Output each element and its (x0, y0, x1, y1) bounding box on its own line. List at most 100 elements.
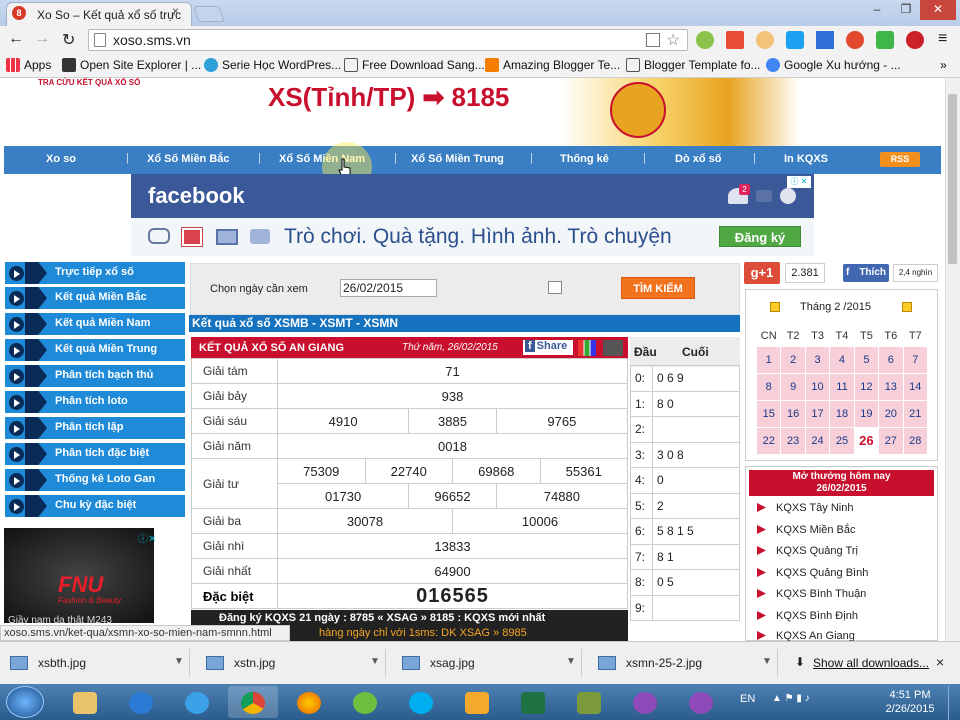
chrome-icon[interactable] (228, 686, 278, 718)
calendar-day[interactable]: 8 (755, 372, 782, 401)
extension-plus-icon[interactable] (726, 31, 744, 49)
sidebar-item-mien-bac[interactable]: Kết quả Miền Bắc (5, 287, 185, 309)
explorer-icon[interactable] (60, 686, 110, 718)
show-all-downloads-link[interactable]: Show all downloads... (813, 656, 929, 670)
sidebar-item-truc-tiep[interactable]: Trực tiếp xổ số (5, 262, 185, 284)
clock[interactable]: 4:51 PM 2/26/2015 (880, 688, 940, 716)
bookmark-star-icon[interactable]: ☆ (666, 30, 680, 50)
calendar-day[interactable]: 24 (804, 426, 831, 455)
downloads-close-icon[interactable]: × (936, 654, 944, 670)
download-item[interactable]: xstn.jpg ▼ (196, 649, 386, 677)
sidebar-item-mien-trung[interactable]: Kết quả Miền Trung (5, 339, 185, 361)
media-player-icon[interactable] (116, 686, 166, 718)
nav-thong-ke[interactable]: Thống kê (560, 153, 609, 165)
chevron-down-icon[interactable]: ▼ (174, 656, 184, 667)
draw-link[interactable]: KQXS Quảng Bình (757, 567, 868, 579)
sidebar-item-mien-nam[interactable]: Kết quả Miền Nam (5, 313, 185, 335)
calendar-day[interactable]: 12 (853, 372, 880, 401)
sidebar-item-loto[interactable]: Phân tích loto (5, 391, 185, 413)
coccoc-icon[interactable] (340, 686, 390, 718)
calendar-day[interactable]: 9 (780, 372, 806, 401)
chevron-down-icon[interactable]: ▼ (370, 656, 380, 667)
tab-close-icon[interactable]: × (172, 4, 179, 18)
show-desktop-button[interactable] (948, 686, 960, 720)
print-icon[interactable] (603, 340, 623, 356)
bookmark-item[interactable]: Blogger Template fo... (626, 58, 761, 72)
internet-explorer-icon[interactable] (172, 686, 222, 718)
forward-icon[interactable]: → (34, 30, 50, 48)
extension-d-icon[interactable] (786, 31, 804, 49)
sidebar-item-chu-ky[interactable]: Chu kỳ đặc biệt (5, 495, 185, 517)
adchoices-icon[interactable]: ⓘ✕ (138, 530, 156, 545)
chevron-down-icon[interactable]: ▼ (762, 656, 772, 667)
nav-mien-bac[interactable]: Xổ Số Miền Bắc (147, 153, 230, 165)
bookmark-item[interactable]: Amazing Blogger Te... (485, 58, 620, 72)
chart-icon[interactable] (578, 340, 596, 356)
calendar-day[interactable]: 14 (902, 372, 929, 401)
calendar-day[interactable]: 5 (853, 345, 880, 374)
back-icon[interactable]: ← (8, 30, 24, 48)
bookmark-apps[interactable]: Apps (6, 58, 51, 72)
calendar-day[interactable]: 20 (878, 399, 904, 428)
calendar-day[interactable]: 7 (902, 345, 929, 374)
skype-icon[interactable] (396, 686, 446, 718)
window-close-button[interactable]: ✕ (920, 0, 956, 20)
extension-stumble-icon[interactable] (846, 31, 864, 49)
calendar-day[interactable]: 11 (829, 372, 855, 401)
firefox-icon[interactable] (284, 686, 334, 718)
calendar-day[interactable]: 3 (804, 345, 831, 374)
calendar-day[interactable]: 13 (878, 372, 904, 401)
calendar-day[interactable]: 15 (755, 399, 782, 428)
recorder-icon[interactable] (620, 686, 670, 718)
calendar-day[interactable]: 22 (755, 426, 782, 455)
draw-link[interactable]: KQXS Miền Bắc (757, 524, 855, 536)
register-button[interactable]: Đăng ký (719, 226, 801, 247)
draw-link[interactable]: KQXS Bình Định (757, 610, 858, 622)
calendar-day[interactable]: 4 (829, 345, 855, 374)
calendar-day[interactable]: 21 (902, 399, 929, 428)
nav-in-kqxs[interactable]: In KQXS (784, 153, 828, 165)
browser-tab[interactable]: Xo So – Kết quả xổ số trực (6, 2, 192, 26)
bookmark-item[interactable]: Free Download Sang... (344, 58, 485, 72)
reload-icon[interactable]: ↻ (62, 30, 75, 50)
calendar-day[interactable]: 27 (878, 426, 904, 455)
calendar-day[interactable]: 17 (804, 399, 831, 428)
chevron-down-icon[interactable]: ▼ (566, 656, 576, 667)
new-tab-button[interactable] (193, 6, 225, 22)
extension-face-icon[interactable] (756, 31, 774, 49)
menu-icon[interactable]: ≡ (938, 30, 947, 48)
sidebar-item-bach-thu[interactable]: Phân tích bạch thủ (5, 365, 185, 387)
calendar-day[interactable]: 16 (780, 399, 806, 428)
bookmark-item[interactable]: Serie Học WordPres... (204, 58, 341, 72)
address-bar[interactable]: xoso.sms.vn (88, 29, 688, 51)
editor-icon[interactable] (564, 686, 614, 718)
sidebar-item-lap[interactable]: Phân tích lặp (5, 417, 185, 439)
calendar-icon[interactable] (548, 281, 562, 294)
extension-gear-icon[interactable] (696, 31, 714, 49)
search-button[interactable]: TÌM KIẾM (621, 277, 695, 299)
download-item[interactable]: xsag.jpg ▼ (392, 649, 582, 677)
adchoices-icon[interactable]: ⓘ ✕ (787, 176, 811, 188)
next-month-button[interactable] (902, 302, 912, 312)
calendar-day[interactable]: 6 (878, 345, 904, 374)
tray-icons[interactable]: ▲ ⚑ ▮ ♪ (772, 693, 872, 707)
nav-do-xo-so[interactable]: Dò xổ số (675, 153, 721, 165)
sidebar-item-dac-biet[interactable]: Phân tích đặc biệt (5, 443, 185, 465)
sidebar-item-loto-gan[interactable]: Thống kê Loto Gan (5, 469, 185, 491)
start-button[interactable] (6, 686, 44, 718)
facebook-like-button[interactable]: f Thích (843, 264, 889, 282)
recorder2-icon[interactable] (676, 686, 726, 718)
minimize-button[interactable]: – (862, 0, 892, 20)
draw-link[interactable]: KQXS Quảng Trị (757, 545, 858, 557)
calendar-day-today[interactable]: 26 (853, 426, 880, 455)
facebook-share-button[interactable]: f Share (523, 340, 573, 355)
calendar-day[interactable]: 18 (829, 399, 855, 428)
pinterest-icon[interactable] (906, 31, 924, 49)
calendar-day[interactable]: 25 (829, 426, 855, 455)
scrollbar-thumb[interactable] (948, 94, 957, 264)
excel-icon[interactable] (508, 686, 558, 718)
calendar-day[interactable]: 28 (902, 426, 929, 455)
extension-green-icon[interactable] (876, 31, 894, 49)
google-plus-button[interactable]: g+1 (744, 262, 780, 284)
nav-xoso[interactable]: Xo so (46, 153, 76, 165)
